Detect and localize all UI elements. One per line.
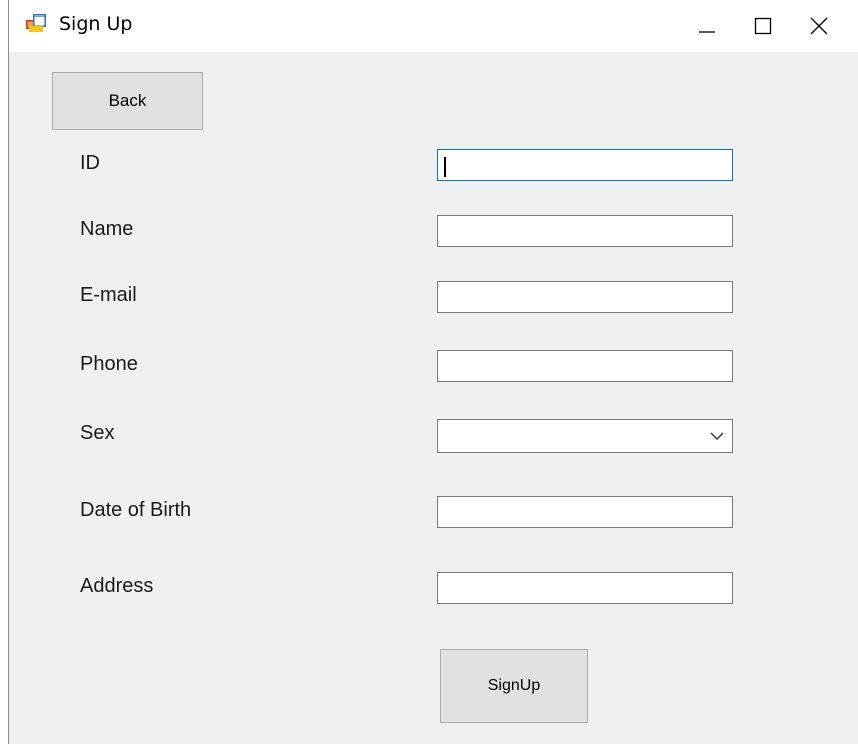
- signup-button[interactable]: SignUp: [440, 649, 588, 723]
- minimize-button[interactable]: [679, 0, 735, 52]
- sex-label: Sex: [80, 422, 115, 444]
- id-label: ID: [80, 152, 100, 174]
- maximize-button[interactable]: [735, 0, 791, 52]
- close-icon: [810, 17, 828, 35]
- sex-select[interactable]: [437, 419, 733, 453]
- phone-input[interactable]: [437, 350, 733, 382]
- name-input[interactable]: [437, 215, 733, 247]
- email-input[interactable]: [437, 281, 733, 313]
- date-of-birth-label: Date of Birth: [80, 499, 192, 521]
- back-button[interactable]: Back: [52, 72, 203, 130]
- minimize-icon: [699, 31, 715, 33]
- phone-label: Phone: [80, 353, 138, 375]
- date-of-birth-input[interactable]: [437, 496, 733, 528]
- chevron-down-icon: [710, 432, 724, 440]
- window-title: Sign Up: [59, 13, 133, 35]
- name-label: Name: [80, 218, 134, 240]
- text-caret: [444, 157, 446, 177]
- address-input[interactable]: [437, 572, 733, 604]
- address-label: Address: [80, 575, 154, 597]
- id-input[interactable]: [437, 149, 733, 181]
- signup-window: Sign Up Back ID Name E-mail Phone Sex Da…: [8, 0, 858, 744]
- close-button[interactable]: [791, 0, 847, 52]
- title-bar[interactable]: Sign Up: [9, 0, 858, 52]
- email-label: E-mail: [80, 284, 137, 306]
- maximize-icon: [754, 17, 772, 35]
- app-form-icon: [26, 14, 46, 32]
